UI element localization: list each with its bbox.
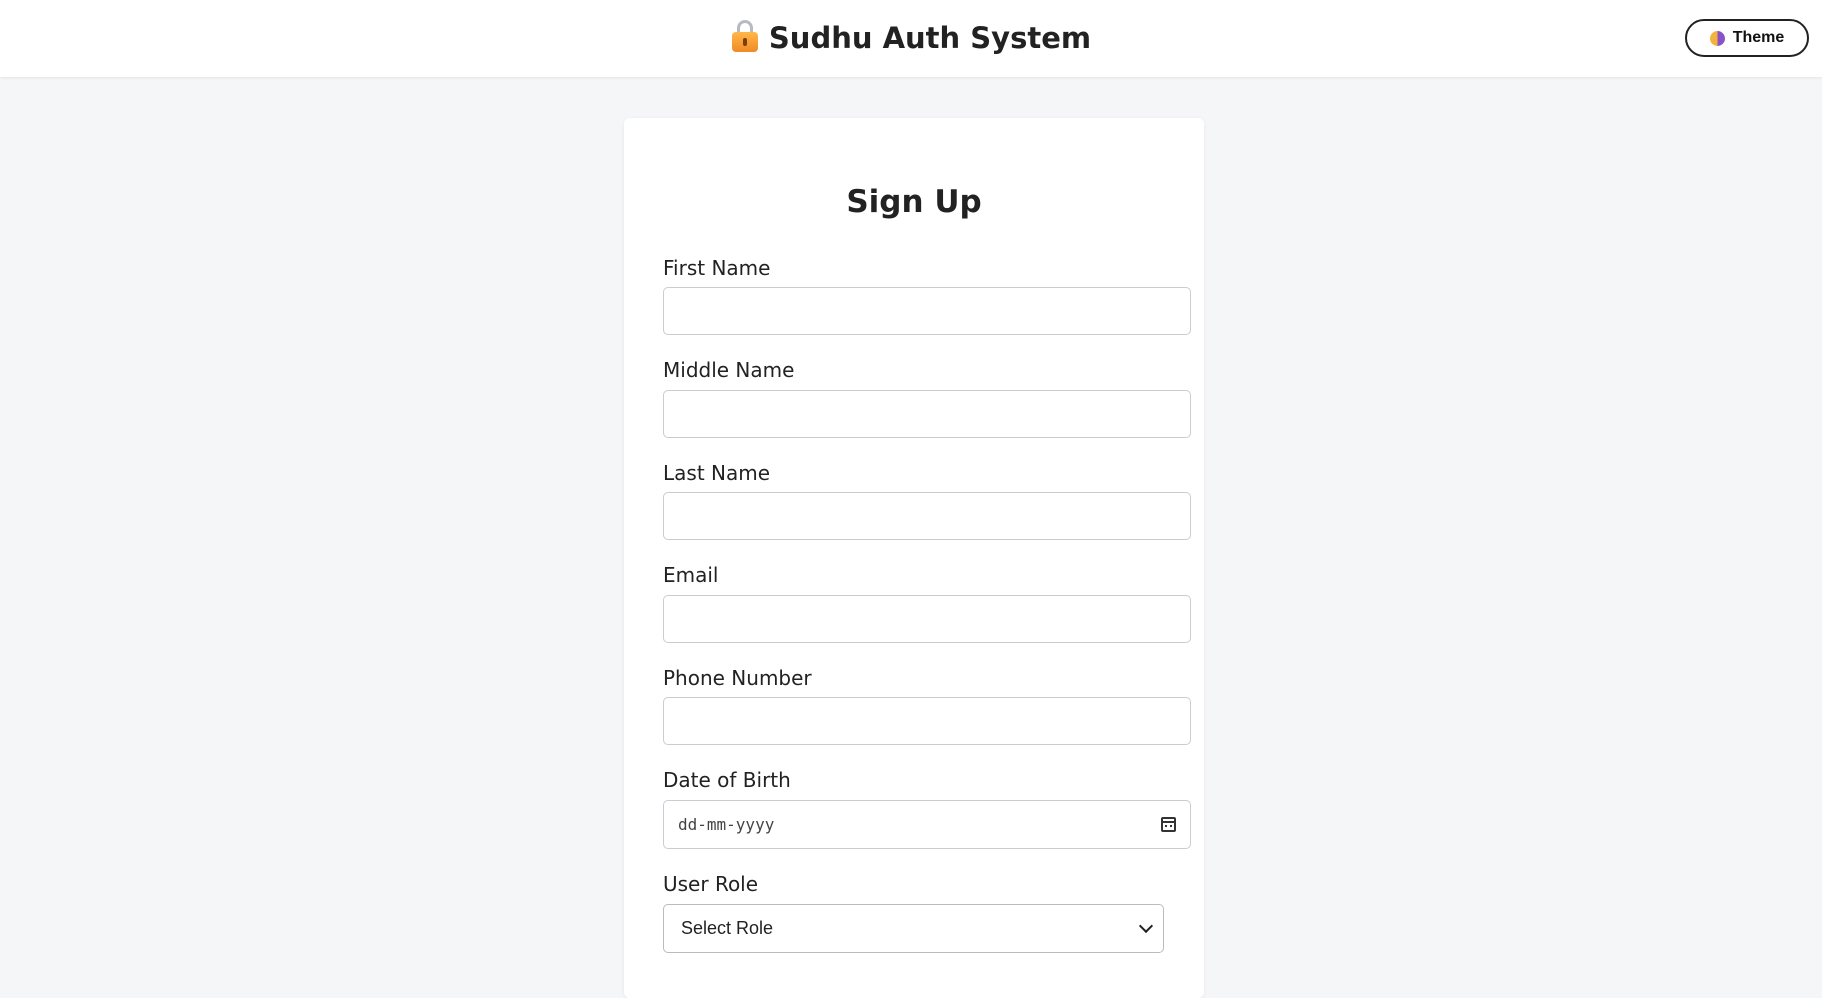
lock-icon: [731, 20, 759, 52]
app-brand: Sudhu Auth System: [0, 18, 1822, 58]
middle-name-label: Middle Name: [663, 358, 795, 382]
signup-title: Sign Up: [846, 184, 982, 220]
calendar-icon[interactable]: [1161, 817, 1176, 832]
user-role-label: User Role: [663, 872, 759, 896]
first-name-label: First Name: [663, 256, 771, 280]
theme-icon: [1709, 30, 1725, 46]
first-name-input[interactable]: [663, 287, 1191, 335]
date-of-birth-placeholder: dd-mm-yyyy: [678, 815, 775, 834]
date-of-birth-label: Date of Birth: [663, 768, 791, 792]
date-of-birth-input[interactable]: dd-mm-yyyy: [663, 800, 1191, 849]
phone-number-label: Phone Number: [663, 666, 812, 690]
app-title: Sudhu Auth System: [768, 21, 1092, 55]
last-name-label: Last Name: [663, 461, 771, 485]
email-label: Email: [663, 563, 719, 587]
user-role-select[interactable]: Select Role: [663, 904, 1164, 953]
theme-toggle-button[interactable]: Theme: [1685, 19, 1809, 57]
user-role-selected-value: Select Role: [681, 918, 774, 938]
email-input[interactable]: [663, 595, 1191, 643]
top-bar: Sudhu Auth System Theme: [0, 0, 1822, 77]
last-name-input[interactable]: [663, 492, 1191, 540]
chevron-down-icon: [1138, 918, 1154, 934]
middle-name-input[interactable]: [663, 390, 1191, 438]
theme-button-label: Theme: [1732, 29, 1785, 46]
phone-number-input[interactable]: [663, 697, 1191, 745]
signup-card: [624, 118, 1204, 998]
